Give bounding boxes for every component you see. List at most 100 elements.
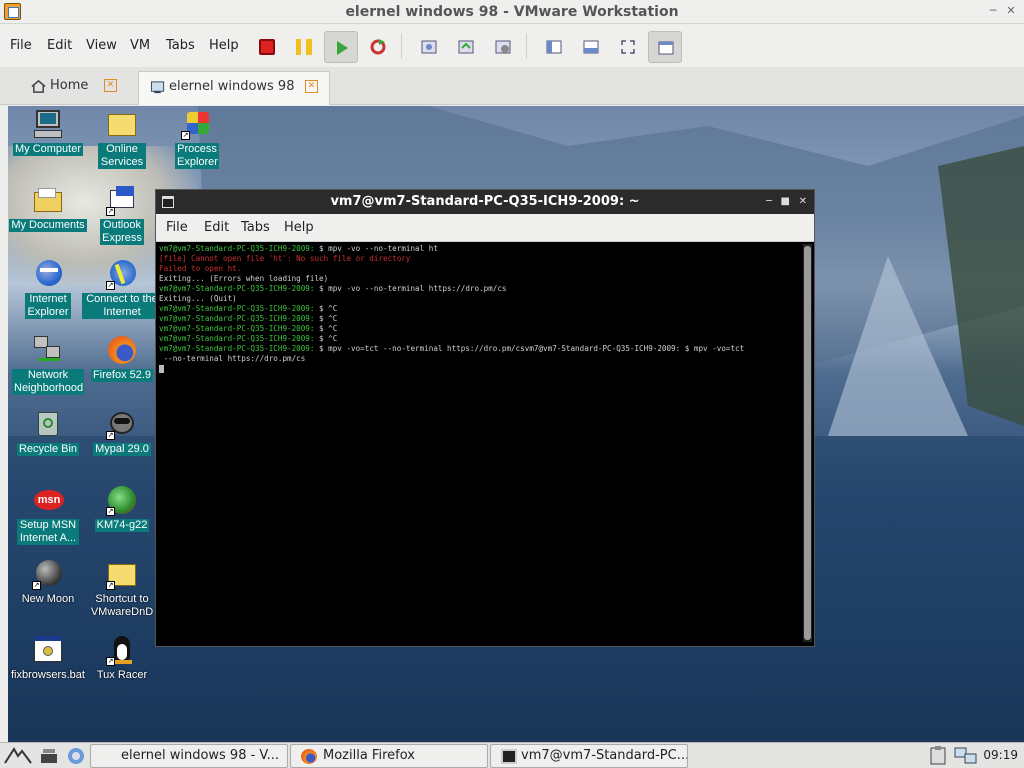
terminal-maximize-icon[interactable]: ■ bbox=[781, 190, 790, 214]
unity-button[interactable] bbox=[648, 31, 682, 63]
terminal-prompt: vm7@vm7-Standard-PC-Q35-ICH9-2009: bbox=[159, 284, 315, 293]
desktop-icon-label: Tux Racer bbox=[96, 669, 148, 681]
outlook-express-icon: ↗ bbox=[106, 184, 138, 216]
menu-vm[interactable]: VM bbox=[130, 38, 150, 53]
terminal-line-text: $ ^C bbox=[314, 314, 338, 323]
tab-home[interactable]: Home ✕ bbox=[20, 71, 132, 105]
terminal-line: vm7@vm7-Standard-PC-Q35-ICH9-2009: $ ^C bbox=[159, 324, 797, 334]
terminal-line-text: Exiting... (Quit) bbox=[159, 294, 237, 303]
desktop-icon-km74[interactable]: ↗ KM74-g22 bbox=[82, 484, 162, 532]
terminal-menu-edit[interactable]: Edit bbox=[204, 220, 229, 235]
terminal-menu-file[interactable]: File bbox=[166, 220, 188, 235]
terminal-line: vm7@vm7-Standard-PC-Q35-ICH9-2009: $ mpv… bbox=[159, 344, 797, 354]
desktop-icon-my-documents[interactable]: My Documents bbox=[8, 184, 88, 232]
process-explorer-icon: ↗ bbox=[181, 108, 213, 140]
taskbar-item-terminal[interactable]: vm7@vm7-Standard-PC... bbox=[490, 744, 688, 768]
snapshot-icon bbox=[421, 40, 437, 54]
home-icon bbox=[31, 79, 46, 93]
terminal-line: [file] Cannot open file 'ht': No such fi… bbox=[159, 254, 797, 264]
reset-button[interactable] bbox=[361, 31, 395, 63]
taskbar-item-firefox[interactable]: Mozilla Firefox bbox=[290, 744, 488, 768]
fullscreen-button[interactable] bbox=[611, 31, 645, 63]
minimize-icon[interactable]: ─ bbox=[986, 4, 1000, 18]
menu-help[interactable]: Help bbox=[209, 38, 239, 53]
shortcut-arrow-icon: ↗ bbox=[32, 581, 41, 590]
desktop-icon-tux-racer[interactable]: ↗ Tux Racer bbox=[82, 634, 162, 682]
desktop-icon-network-neighborhood[interactable]: Network Neighborhood bbox=[8, 334, 88, 395]
file-manager-icon[interactable] bbox=[66, 747, 86, 765]
computer-icon bbox=[32, 108, 64, 140]
terminal-line: Failed to open ht. bbox=[159, 264, 797, 274]
revert-snapshot-button[interactable] bbox=[449, 31, 483, 63]
menu-file[interactable]: File bbox=[10, 38, 32, 53]
fullscreen-icon bbox=[621, 40, 635, 54]
terminal-prompt: vm7@vm7-Standard-PC-Q35-ICH9-2009: bbox=[159, 244, 315, 253]
terminal-line-text: $ ^C bbox=[314, 324, 338, 333]
terminal-close-icon[interactable]: ✕ bbox=[799, 190, 807, 214]
desktop-icon-new-moon[interactable]: ↗ New Moon bbox=[8, 558, 88, 606]
menu-launcher-icon[interactable] bbox=[4, 747, 32, 765]
terminal-window[interactable]: vm7@vm7-Standard-PC-Q35-ICH9-2009: ~ ─ ■… bbox=[155, 189, 815, 647]
taskbar-item-vmware[interactable]: elernel windows 98 - V... bbox=[90, 744, 288, 768]
menu-view[interactable]: View bbox=[86, 38, 117, 53]
tab-bar: Home ✕ elernel windows 98 ✕ bbox=[0, 67, 1024, 105]
firefox-icon bbox=[301, 749, 317, 764]
terminal-line: --no-terminal https://dro.pm/cs bbox=[159, 354, 797, 364]
taskbar-item-label: elernel windows 98 - V... bbox=[121, 748, 280, 763]
terminal-prompt: vm7@vm7-Standard-PC-Q35-ICH9-2009: bbox=[159, 344, 315, 353]
view-sidebar-button[interactable] bbox=[537, 31, 571, 63]
desktop-icon-online-services[interactable]: Online Services bbox=[82, 108, 162, 169]
connect-internet-icon: ↗ bbox=[106, 258, 138, 290]
terminal-output[interactable]: vm7@vm7-Standard-PC-Q35-ICH9-2009: $ mpv… bbox=[156, 242, 800, 646]
tab-elernel-windows-98[interactable]: elernel windows 98 ✕ bbox=[138, 71, 330, 105]
desktop-icon-mypal[interactable]: ↗ Mypal 29.0 bbox=[82, 408, 162, 456]
revert-snapshot-icon bbox=[458, 40, 474, 54]
close-tab-icon[interactable]: ✕ bbox=[305, 80, 318, 93]
terminal-scrollbar[interactable] bbox=[803, 244, 812, 642]
shortcut-arrow-icon: ↗ bbox=[181, 131, 190, 140]
desktop-icon-setup-msn[interactable]: msn Setup MSN Internet A... bbox=[8, 484, 88, 545]
desktop-icon-fixbrowsers[interactable]: fixbrowsers.bat bbox=[8, 634, 88, 682]
desktop-icon-my-computer[interactable]: My Computer bbox=[8, 108, 88, 156]
terminal-menu-tabs[interactable]: Tabs bbox=[241, 220, 270, 235]
terminal-icon bbox=[501, 749, 517, 764]
menu-tabs[interactable]: Tabs bbox=[166, 38, 195, 53]
play-button[interactable] bbox=[324, 31, 358, 63]
network-tray-icon[interactable] bbox=[954, 746, 978, 766]
terminal-line: vm7@vm7-Standard-PC-Q35-ICH9-2009: $ ^C bbox=[159, 304, 797, 314]
power-off-button[interactable] bbox=[250, 31, 284, 63]
snapshot-manager-button[interactable] bbox=[486, 31, 520, 63]
taskbar-item-label: Mozilla Firefox bbox=[323, 748, 415, 763]
snapshot-button[interactable] bbox=[412, 31, 446, 63]
desktop-icon-connect-internet[interactable]: ↗ Connect to the Internet bbox=[82, 258, 162, 319]
internet-explorer-icon bbox=[32, 258, 64, 290]
show-desktop-icon[interactable] bbox=[40, 748, 58, 764]
suspend-button[interactable] bbox=[287, 31, 321, 63]
terminal-scroll-thumb[interactable] bbox=[804, 246, 811, 640]
unity-icon bbox=[658, 41, 674, 55]
clipboard-tray-icon[interactable] bbox=[928, 746, 950, 766]
terminal-titlebar[interactable]: vm7@vm7-Standard-PC-Q35-ICH9-2009: ~ ─ ■… bbox=[156, 190, 814, 214]
terminal-menubar: File Edit Tabs Help bbox=[156, 214, 814, 242]
desktop-icon-firefox[interactable]: Firefox 52.9 bbox=[82, 334, 162, 382]
terminal-prompt: vm7@vm7-Standard-PC-Q35-ICH9-2009: bbox=[159, 304, 315, 313]
desktop-icon-internet-explorer[interactable]: Internet Explorer bbox=[8, 258, 88, 319]
menu-edit[interactable]: Edit bbox=[47, 38, 72, 53]
power-off-icon bbox=[259, 39, 275, 55]
window-titlebar: elernel windows 98 - VMware Workstation … bbox=[0, 0, 1024, 24]
shortcut-arrow-icon: ↗ bbox=[106, 207, 115, 216]
desktop-icon-process-explorer[interactable]: ↗ Process Explorer bbox=[157, 108, 237, 169]
view-console-button[interactable] bbox=[574, 31, 608, 63]
desktop-icon-label: Setup MSN Internet A... bbox=[17, 519, 79, 545]
terminal-line-text: Exiting... (Errors when loading file) bbox=[159, 274, 329, 283]
shortcut-arrow-icon: ↗ bbox=[106, 431, 115, 440]
close-icon[interactable]: ✕ bbox=[1004, 4, 1018, 18]
close-tab-icon[interactable]: ✕ bbox=[104, 79, 117, 92]
shortcut-arrow-icon: ↗ bbox=[106, 657, 115, 666]
terminal-minimize-icon[interactable]: ─ bbox=[766, 190, 772, 214]
desktop-icon-recycle-bin[interactable]: Recycle Bin bbox=[8, 408, 88, 456]
desktop-icon-shortcut-vmwarednd[interactable]: ↗ Shortcut to VMwareDnD bbox=[82, 558, 162, 619]
taskbar-item-label: vm7@vm7-Standard-PC... bbox=[521, 748, 688, 763]
terminal-menu-help[interactable]: Help bbox=[284, 220, 314, 235]
desktop-icon-outlook-express[interactable]: ↗ Outlook Express bbox=[82, 184, 162, 245]
